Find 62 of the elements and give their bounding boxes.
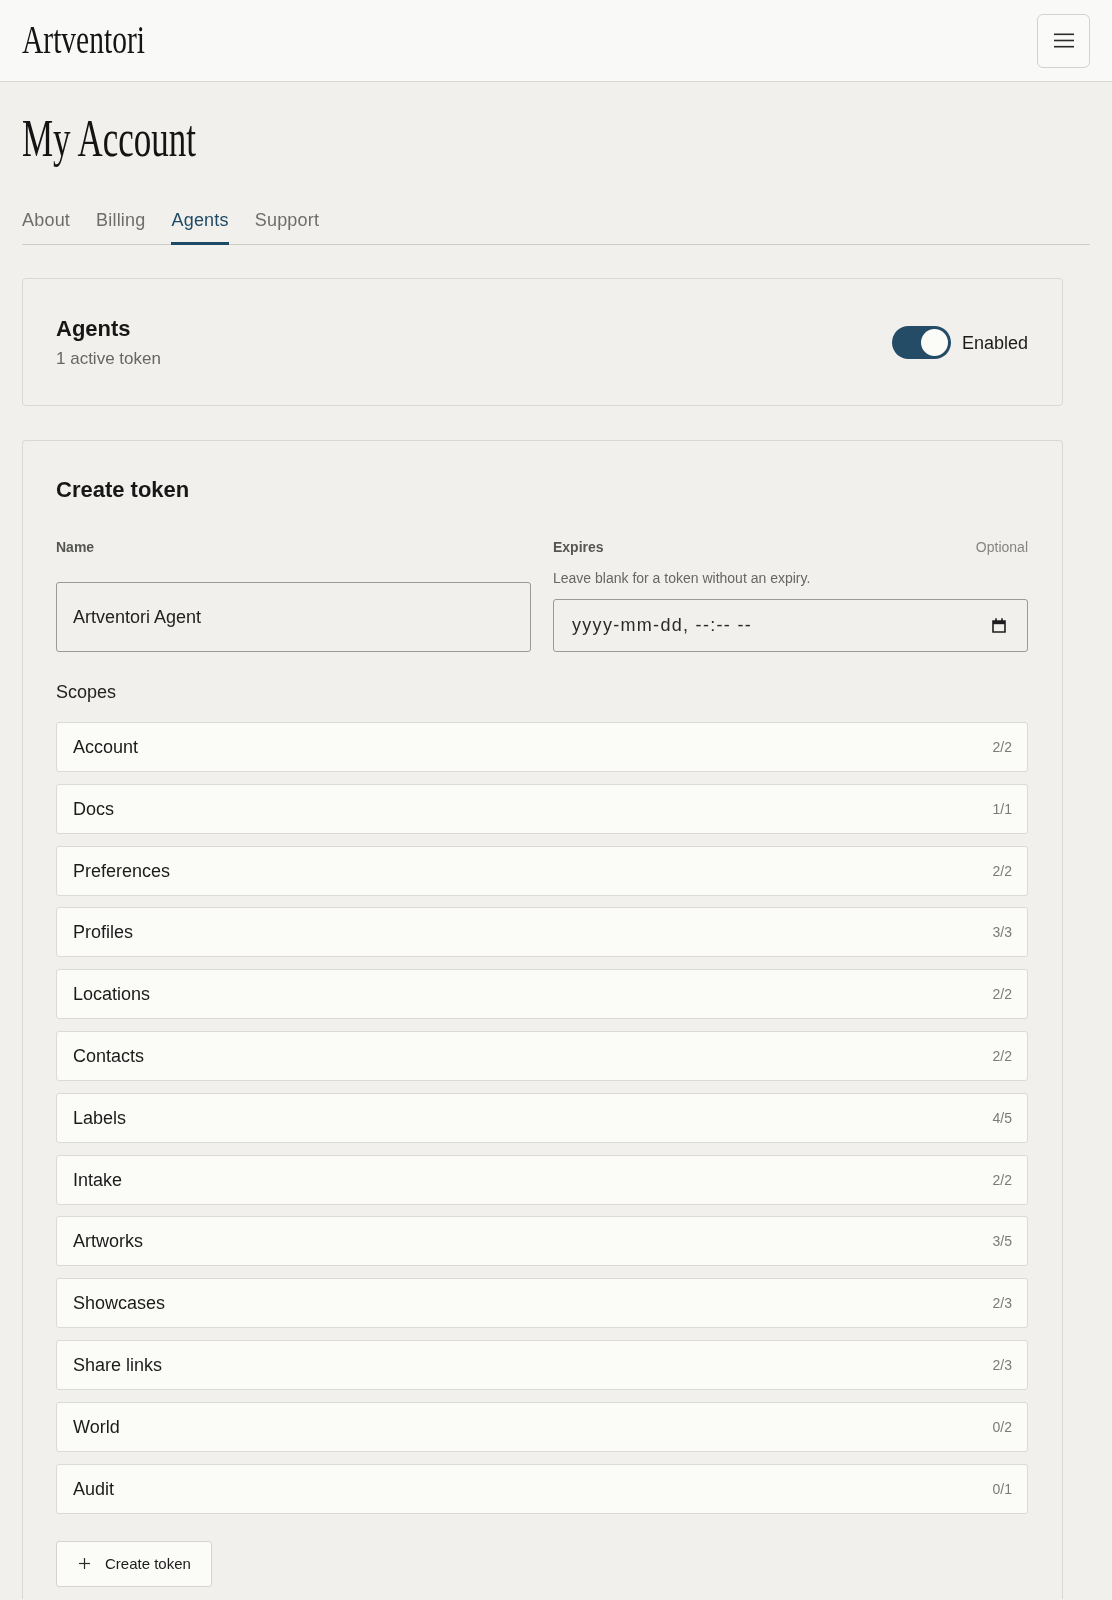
scope-row[interactable]: Profiles 3/3 <box>56 907 1028 958</box>
menu-icon <box>1053 33 1074 48</box>
scope-row[interactable]: Locations 2/2 <box>56 969 1028 1020</box>
scope-name: Audit <box>73 1477 115 1500</box>
toggle-label: Enabled <box>961 331 1028 354</box>
scope-row[interactable]: Docs 1/1 <box>56 783 1028 834</box>
scope-count: 0/2 <box>992 1417 1012 1436</box>
scope-name: Labels <box>73 1106 127 1129</box>
plus-icon <box>79 1558 90 1570</box>
section-label: Scopes <box>56 681 117 703</box>
name-field[interactable]: Artventori Agent <box>56 582 531 652</box>
field-hint: Leave blank for a token without an expiry. <box>553 569 812 587</box>
tab[interactable]: Agents <box>171 210 229 245</box>
scope-count: 3/3 <box>992 923 1012 942</box>
scope-name: Account <box>73 736 139 758</box>
scope-name: Intake <box>73 1168 123 1191</box>
tab[interactable]: About <box>22 210 71 245</box>
scope-name: Share links <box>73 1353 163 1376</box>
calendar-icon[interactable] <box>992 618 1006 633</box>
scope-row[interactable]: Artworks 3/5 <box>56 1216 1028 1267</box>
scope-row[interactable]: Share links 2/3 <box>56 1339 1028 1390</box>
scope-row[interactable]: Intake 2/2 <box>56 1154 1028 1205</box>
create-token-button[interactable]: Create token <box>56 1540 212 1587</box>
scope-name: Profiles <box>73 921 134 944</box>
scope-count: 2/3 <box>992 1294 1012 1313</box>
scope-name: World <box>73 1415 120 1438</box>
tab[interactable]: Support <box>254 210 320 245</box>
scope-row[interactable]: World 0/2 <box>56 1401 1028 1452</box>
scope-row[interactable]: Audit 0/1 <box>56 1463 1028 1514</box>
field-label: Expires <box>553 538 604 556</box>
field-label: Name <box>56 538 96 556</box>
scope-count: 2/3 <box>992 1355 1012 1374</box>
scope-count: 2/2 <box>992 738 1012 756</box>
card-title: Agents <box>56 316 132 342</box>
scope-row[interactable]: Showcases 2/3 <box>56 1278 1028 1329</box>
scope-count: 2/2 <box>992 1047 1012 1065</box>
scope-row[interactable]: Account 2/2 <box>56 722 1028 772</box>
scope-count: 2/2 <box>992 861 1012 880</box>
toggle-switch[interactable] <box>891 326 951 359</box>
scope-name: Contacts <box>73 1045 145 1067</box>
scope-row[interactable]: Preferences 2/2 <box>56 845 1028 896</box>
scope-count: 2/2 <box>992 985 1012 1004</box>
menu-button[interactable] <box>1037 13 1090 68</box>
date-field[interactable]: yyyy-mm-dd, --:-- -- <box>553 599 1028 652</box>
scope-count: 1/1 <box>992 799 1012 818</box>
scope-count: 3/5 <box>992 1232 1012 1251</box>
scope-count: 0/1 <box>992 1479 1012 1498</box>
scope-name: Preferences <box>73 859 171 882</box>
scope-row[interactable]: Contacts 2/2 <box>56 1031 1028 1081</box>
scope-count: 2/2 <box>992 1170 1012 1189</box>
scope-name: Showcases <box>73 1292 166 1315</box>
logo[interactable]: Artventori <box>22 18 145 60</box>
page-title: My Account <box>22 112 196 165</box>
tab[interactable]: Billing <box>96 210 146 245</box>
scope-name: Artworks <box>73 1230 143 1253</box>
optional-note: Optional <box>975 538 1028 556</box>
scope-row[interactable]: Labels 4/5 <box>56 1092 1028 1143</box>
card-title: Create token <box>56 477 191 503</box>
scope-name: Locations <box>73 983 151 1006</box>
scope-count: 4/5 <box>992 1108 1012 1127</box>
card-subtitle: 1 active token <box>56 349 161 369</box>
scope-name: Docs <box>73 797 114 820</box>
